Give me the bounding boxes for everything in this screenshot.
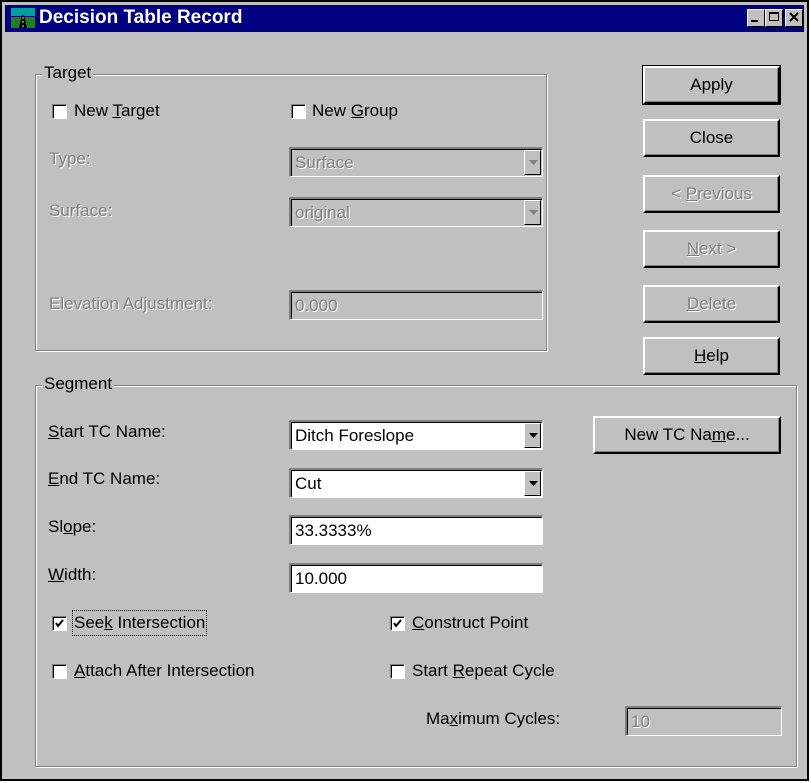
close-button[interactable]: Close bbox=[643, 119, 780, 157]
slope-label: Slope: bbox=[48, 517, 97, 536]
start-tc-name-value: Ditch Foreslope bbox=[295, 426, 415, 445]
end-tc-name-select[interactable]: Cut bbox=[289, 468, 543, 498]
start-repeat-cycle-label[interactable]: Start Repeat Cycle bbox=[412, 660, 555, 682]
new-target-label[interactable]: New Target bbox=[74, 100, 160, 122]
app-road-icon bbox=[11, 8, 35, 28]
chevron-down-icon[interactable] bbox=[524, 423, 541, 448]
target-legend: Target bbox=[42, 63, 94, 83]
construct-point-checkbox[interactable] bbox=[390, 616, 405, 631]
delete-button[interactable]: Delete bbox=[643, 285, 780, 323]
new-group-checkbox[interactable] bbox=[291, 104, 306, 119]
window-title: Decision Table Record bbox=[39, 7, 243, 28]
chevron-down-icon[interactable] bbox=[524, 471, 541, 496]
previous-button[interactable]: < Previous bbox=[643, 175, 780, 213]
start-repeat-cycle-checkbox[interactable] bbox=[390, 664, 405, 679]
chevron-down-icon[interactable] bbox=[524, 150, 541, 175]
checkmark-icon bbox=[393, 619, 402, 628]
type-label: Type: bbox=[49, 149, 91, 168]
segment-legend: Segment bbox=[42, 374, 115, 394]
maximum-cycles-label: Maximum Cycles: bbox=[426, 709, 561, 728]
type-select[interactable]: Surface bbox=[289, 147, 543, 177]
maximize-button[interactable] bbox=[765, 9, 783, 27]
attach-after-intersection-label[interactable]: Attach After Intersection bbox=[74, 660, 255, 682]
elevation-adjustment-value: 0.000 bbox=[295, 296, 338, 315]
new-tc-name-button[interactable]: New TC Name... bbox=[593, 416, 781, 454]
seek-intersection-checkbox[interactable] bbox=[52, 616, 67, 631]
end-tc-name-value: Cut bbox=[295, 474, 322, 493]
surface-label: Surface: bbox=[49, 201, 113, 220]
slope-value: 33.3333% bbox=[295, 521, 372, 540]
dialog-window: Decision Table Record Target New Target … bbox=[0, 0, 809, 781]
chevron-down-icon[interactable] bbox=[524, 200, 541, 225]
help-button[interactable]: Help bbox=[643, 337, 780, 375]
new-group-label[interactable]: New Group bbox=[312, 100, 398, 122]
type-value: Surface bbox=[295, 153, 354, 172]
start-tc-name-select[interactable]: Ditch Foreslope bbox=[289, 420, 543, 450]
minimize-button[interactable] bbox=[747, 9, 765, 27]
seek-intersection-label[interactable]: Seek Intersection bbox=[71, 610, 208, 636]
end-tc-name-label: End TC Name: bbox=[48, 469, 161, 488]
elevation-adjustment-field[interactable]: 0.000 bbox=[289, 290, 543, 320]
surface-value: original bbox=[295, 203, 350, 222]
slope-field[interactable]: 33.3333% bbox=[289, 515, 543, 545]
new-target-checkbox[interactable] bbox=[52, 104, 67, 119]
maximum-cycles-value: 10 bbox=[631, 712, 650, 731]
width-label: Width: bbox=[48, 565, 97, 584]
maximum-cycles-field[interactable]: 10 bbox=[625, 706, 782, 736]
close-window-button[interactable] bbox=[785, 9, 803, 27]
elevation-adjustment-label: Elevation Adjustment: bbox=[49, 294, 213, 313]
width-field[interactable]: 10.000 bbox=[289, 563, 543, 593]
surface-select[interactable]: original bbox=[289, 197, 543, 227]
apply-button[interactable]: Apply bbox=[642, 65, 781, 105]
construct-point-label[interactable]: Construct Point bbox=[412, 612, 528, 634]
start-tc-name-label: Start TC Name: bbox=[48, 422, 166, 441]
checkmark-icon bbox=[55, 619, 64, 628]
attach-after-intersection-checkbox[interactable] bbox=[52, 664, 67, 679]
title-bar[interactable]: Decision Table Record bbox=[5, 5, 804, 32]
next-button[interactable]: Next > bbox=[643, 230, 780, 268]
width-value: 10.000 bbox=[295, 569, 347, 588]
